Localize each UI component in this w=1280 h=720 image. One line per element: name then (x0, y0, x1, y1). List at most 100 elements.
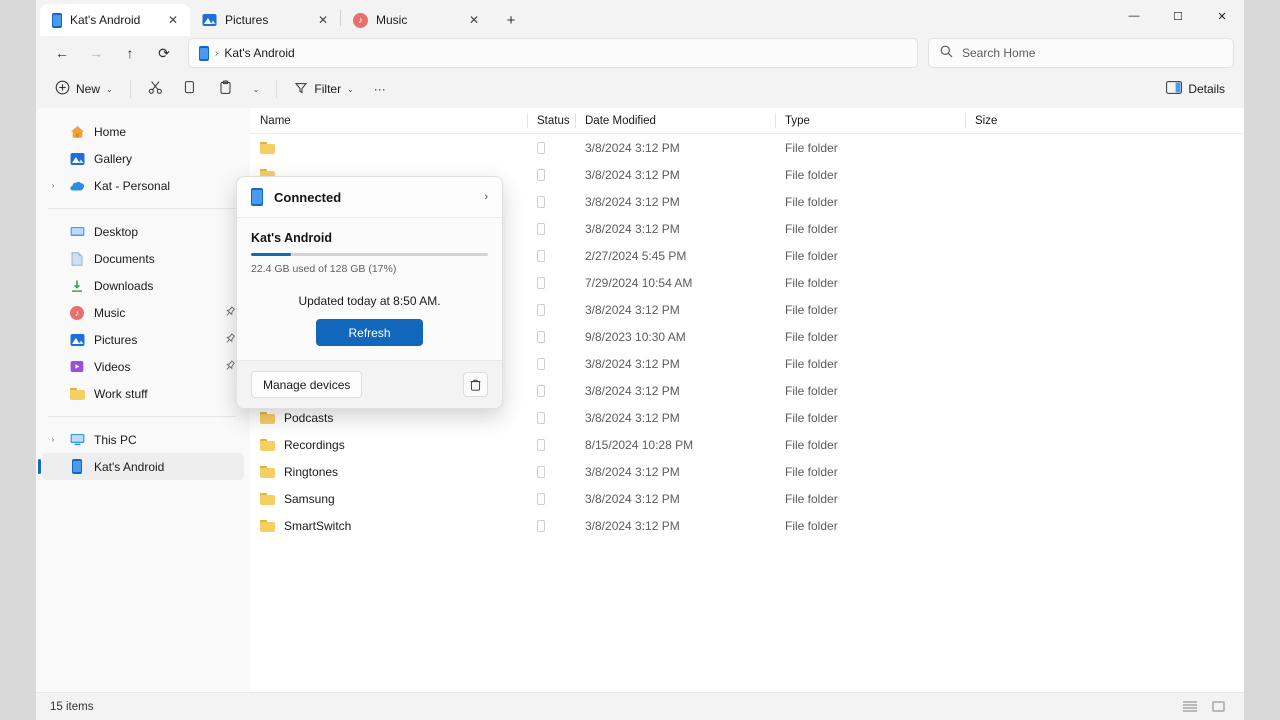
status-cell (527, 323, 575, 350)
sidebar-item-label: Kat's Android (94, 459, 165, 474)
paste-button[interactable] (209, 74, 242, 104)
status-cell (527, 161, 575, 188)
expander-chevron-icon[interactable]: › (46, 181, 60, 190)
gallery-icon (69, 151, 85, 167)
table-row[interactable]: Recordings 8/15/2024 10:28 PM File folder (250, 431, 1244, 458)
table-row[interactable]: 3/8/2024 3:12 PM File folder (250, 134, 1244, 161)
sidebar-item-documents[interactable]: Documents (42, 245, 244, 272)
details-view-icon[interactable] (1178, 697, 1202, 717)
search-placeholder: Search Home (962, 46, 1036, 60)
more-options-button[interactable]: ··· (365, 74, 395, 104)
column-header-type[interactable]: Type (775, 108, 965, 133)
plus-circle-icon (55, 80, 70, 98)
sidebar-item-videos[interactable]: Videos (42, 353, 244, 380)
details-pane-button[interactable]: Details (1157, 74, 1234, 104)
sidebar-item-home[interactable]: Home (42, 118, 244, 145)
phone-status-icon (537, 492, 545, 505)
column-header-date-modified[interactable]: Date Modified (575, 108, 775, 133)
folder-icon (260, 141, 275, 154)
new-button-label: New (76, 82, 101, 96)
this-pc-icon (69, 432, 85, 448)
sidebar-item-downloads[interactable]: Downloads (42, 272, 244, 299)
flyout-header[interactable]: Connected › (237, 177, 502, 218)
cut-button[interactable] (139, 74, 172, 104)
minimize-button[interactable]: — (1112, 0, 1156, 32)
sidebar-item-work-stuff[interactable]: Work stuff (42, 380, 244, 407)
file-name-label: Samsung (284, 491, 335, 506)
details-label: Details (1188, 82, 1225, 96)
pin-icon[interactable] (221, 331, 238, 348)
copy-button[interactable] (174, 74, 207, 104)
phone-status-icon (537, 465, 545, 478)
tab-close-button[interactable]: ✕ (312, 9, 334, 31)
size-cell (965, 242, 1085, 269)
sidebar-item-label: Videos (94, 359, 131, 374)
sidebar-item-pictures[interactable]: Pictures (42, 326, 244, 353)
sidebar-item-gallery[interactable]: Gallery (42, 145, 244, 172)
back-button[interactable]: ← (46, 38, 78, 68)
sidebar-divider (48, 416, 236, 417)
phone-status-icon (537, 195, 545, 208)
type-cell: File folder (785, 410, 838, 425)
refresh-button[interactable]: ⟳ (148, 38, 180, 68)
expander-chevron-icon[interactable]: › (46, 435, 60, 444)
table-row[interactable]: Samsung 3/8/2024 3:12 PM File folder (250, 485, 1244, 512)
tab-close-button[interactable]: ✕ (162, 9, 184, 31)
size-cell (965, 188, 1085, 215)
address-bar: ← → ↑ ⟳ › Kat's Android Search Home (36, 36, 1244, 70)
breadcrumb[interactable]: › Kat's Android (188, 38, 918, 68)
tab-music[interactable]: Music ✕ (341, 4, 491, 36)
column-header-size[interactable]: Size (965, 108, 1085, 133)
column-header-name[interactable]: Name (250, 108, 527, 133)
status-cell (527, 296, 575, 323)
pin-icon[interactable] (221, 358, 238, 375)
date-modified-cell: 3/8/2024 3:12 PM (585, 410, 680, 425)
filter-button[interactable]: Filter ⌄ (285, 74, 362, 104)
status-cell (527, 431, 575, 458)
phone-link-flyout: Connected › Kat's Android 22.4 GB used o… (236, 176, 503, 409)
table-row[interactable]: SmartSwitch 3/8/2024 3:12 PM File folder (250, 512, 1244, 539)
type-cell: File folder (785, 383, 838, 398)
funnel-icon (294, 81, 308, 98)
refresh-button[interactable]: Refresh (316, 319, 423, 346)
manage-devices-button[interactable]: Manage devices (251, 371, 363, 398)
sidebar-divider (48, 208, 236, 209)
sidebar-item-music[interactable]: Music (42, 299, 244, 326)
phone-icon (52, 12, 62, 28)
chevron-right-icon[interactable]: › (484, 191, 488, 203)
tiles-view-icon[interactable] (1206, 697, 1230, 717)
details-pane-icon (1166, 81, 1183, 97)
sort-button[interactable]: ⌄ (244, 74, 269, 104)
pin-icon[interactable] (221, 304, 238, 321)
tab-kats-android[interactable]: Kat's Android ✕ (40, 4, 190, 36)
breadcrumb-separator: › (215, 47, 219, 59)
forward-button[interactable]: → (80, 38, 112, 68)
up-button[interactable]: ↑ (114, 38, 146, 68)
tab-pictures[interactable]: Pictures ✕ (190, 4, 340, 36)
close-button[interactable]: ✕ (1200, 0, 1244, 32)
sidebar-item-kat-personal[interactable]: › Kat - Personal (42, 172, 244, 199)
new-tab-button[interactable]: + (497, 6, 525, 34)
date-modified-cell: 3/8/2024 3:12 PM (585, 518, 680, 533)
sidebar-item-desktop[interactable]: Desktop (42, 218, 244, 245)
date-modified-cell: 3/8/2024 3:12 PM (585, 140, 680, 155)
phone-status-icon (537, 141, 545, 154)
new-button[interactable]: New ⌄ (46, 74, 122, 104)
search-input[interactable]: Search Home (928, 38, 1234, 68)
status-cell (527, 215, 575, 242)
date-modified-cell: 3/8/2024 3:12 PM (585, 491, 680, 506)
tab-close-button[interactable]: ✕ (463, 9, 485, 31)
sidebar-item-this-pc[interactable]: › This PC (42, 426, 244, 453)
size-cell (965, 512, 1085, 539)
sidebar-item-kats-android[interactable]: Kat's Android (38, 453, 244, 480)
phone-icon (251, 188, 263, 206)
type-cell: File folder (785, 167, 838, 182)
trash-icon[interactable] (463, 372, 488, 397)
table-row[interactable]: Ringtones 3/8/2024 3:12 PM File folder (250, 458, 1244, 485)
status-cell (527, 188, 575, 215)
maximize-button[interactable]: ☐ (1156, 0, 1200, 32)
sidebar-item-label: Gallery (94, 151, 133, 166)
status-cell (527, 404, 575, 431)
column-header-status[interactable]: Status (527, 108, 575, 133)
type-cell: File folder (785, 275, 838, 290)
